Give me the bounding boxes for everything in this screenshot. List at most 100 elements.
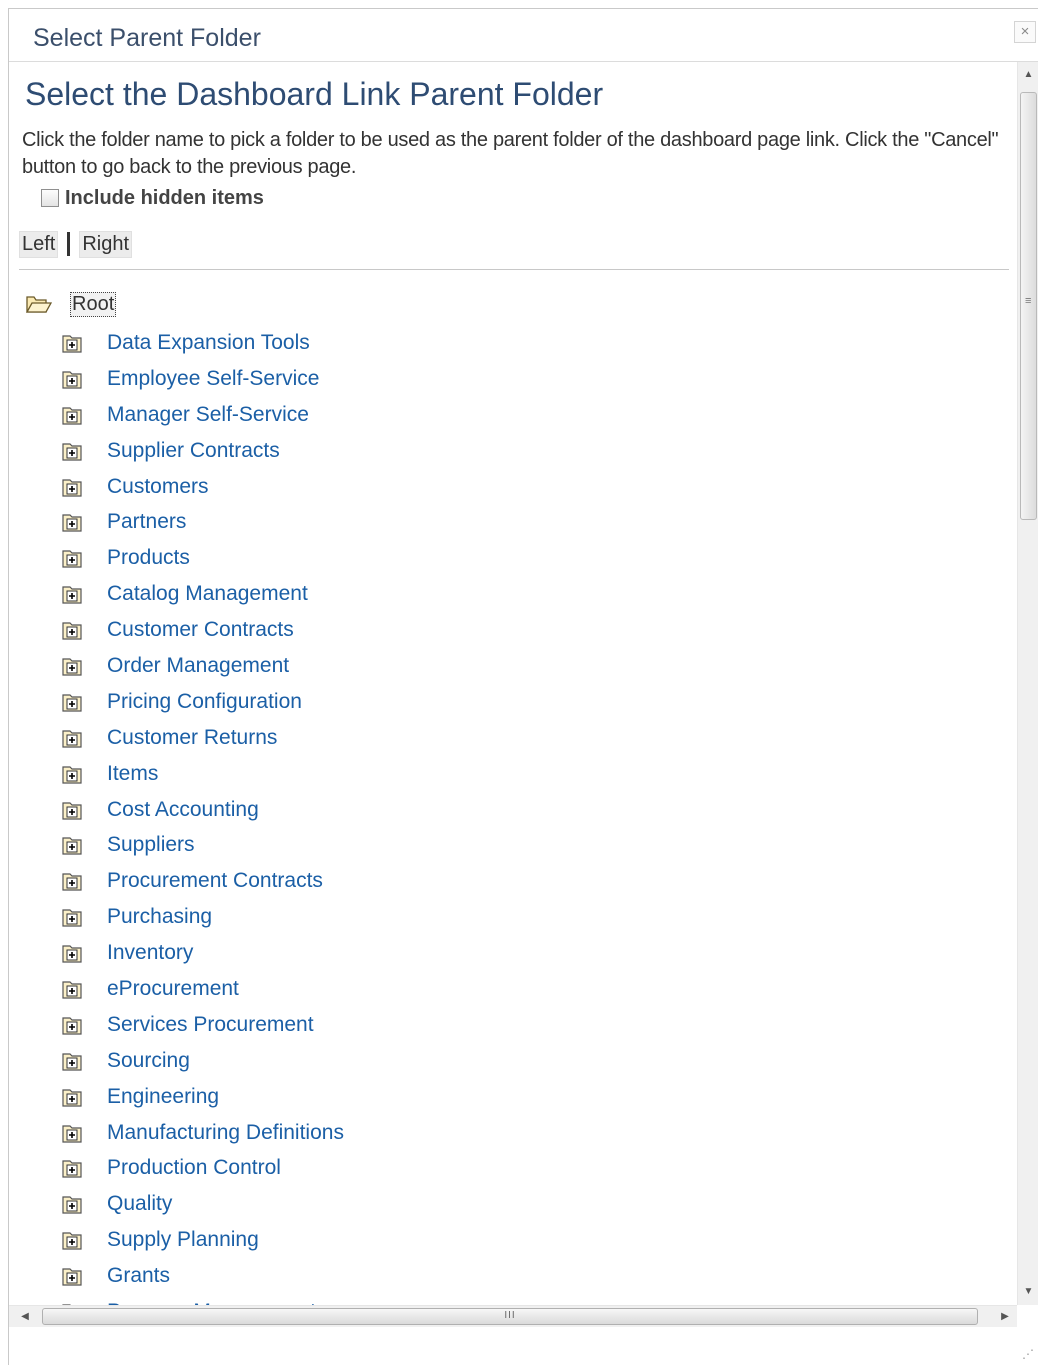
- folder-link[interactable]: Sourcing: [107, 1049, 190, 1073]
- tree-item: Inventory: [61, 935, 344, 971]
- folder-link[interactable]: Supply Planning: [107, 1228, 259, 1252]
- dialog-titlebar: Select Parent Folder ×: [9, 9, 1038, 62]
- expand-folder-icon[interactable]: [61, 619, 83, 641]
- tree-item: Purchasing: [61, 899, 344, 935]
- tree-item: Customer Returns: [61, 720, 344, 756]
- folder-link[interactable]: Partners: [107, 510, 186, 534]
- expand-folder-icon[interactable]: [61, 942, 83, 964]
- tree-item: Items: [61, 756, 344, 792]
- expand-folder-icon[interactable]: [61, 1122, 83, 1144]
- left-button[interactable]: Left: [19, 230, 59, 258]
- expand-folder-icon[interactable]: [61, 440, 83, 462]
- folder-link[interactable]: Services Procurement: [107, 1013, 314, 1037]
- folder-link[interactable]: Pricing Configuration: [107, 690, 302, 714]
- expand-folder-icon[interactable]: [61, 870, 83, 892]
- tree-item: Cost Accounting: [61, 792, 344, 828]
- folder-link[interactable]: Grants: [107, 1264, 170, 1288]
- close-button[interactable]: ×: [1014, 21, 1036, 43]
- expand-folder-icon[interactable]: [61, 1014, 83, 1036]
- tree-item: Data Expansion Tools: [61, 325, 344, 361]
- folder-link[interactable]: Quality: [107, 1192, 172, 1216]
- tree-item: Supply Planning: [61, 1222, 344, 1258]
- tree-item: Procurement Contracts: [61, 863, 344, 899]
- folder-link[interactable]: Engineering: [107, 1085, 219, 1109]
- expand-folder-icon[interactable]: [61, 978, 83, 1000]
- tree-item: Production Control: [61, 1150, 344, 1186]
- tree-root-label[interactable]: Root: [70, 291, 117, 317]
- tree-item: Suppliers: [61, 827, 344, 863]
- tree-item: Employee Self-Service: [61, 361, 344, 397]
- expand-folder-icon[interactable]: [61, 906, 83, 928]
- expand-folder-icon[interactable]: [61, 834, 83, 856]
- tree-item: Quality: [61, 1186, 344, 1222]
- expand-folder-icon[interactable]: [61, 404, 83, 426]
- folder-link[interactable]: Catalog Management: [107, 582, 308, 606]
- folder-link[interactable]: Inventory: [107, 941, 193, 965]
- horizontal-scrollbar[interactable]: ◀ III ▶: [9, 1305, 1017, 1327]
- expand-folder-icon[interactable]: [61, 1265, 83, 1287]
- include-hidden-label[interactable]: Include hidden items: [65, 187, 264, 210]
- dialog-title: Select Parent Folder: [33, 24, 261, 52]
- dialog-content: Select the Dashboard Link Parent Folder …: [9, 62, 1017, 1305]
- tree-item: Sourcing: [61, 1043, 344, 1079]
- expand-folder-icon[interactable]: [61, 1157, 83, 1179]
- folder-link[interactable]: Suppliers: [107, 833, 195, 857]
- folder-link[interactable]: Cost Accounting: [107, 798, 259, 822]
- instructions-text: Click the folder name to pick a folder t…: [22, 129, 999, 178]
- tree-item: Partners: [61, 504, 344, 540]
- tree-item: eProcurement: [61, 971, 344, 1007]
- expand-folder-icon[interactable]: [61, 691, 83, 713]
- expand-folder-icon[interactable]: [61, 655, 83, 677]
- folder-link[interactable]: Order Management: [107, 654, 289, 678]
- expand-folder-icon[interactable]: [61, 476, 83, 498]
- folder-link[interactable]: Procurement Contracts: [107, 869, 323, 893]
- scroll-left-icon[interactable]: ◀: [13, 1306, 37, 1328]
- page-title: Select the Dashboard Link Parent Folder: [25, 76, 604, 112]
- tree-item: Order Management: [61, 648, 344, 684]
- folder-link[interactable]: Manager Self-Service: [107, 403, 309, 427]
- include-hidden-checkbox[interactable]: [41, 189, 59, 207]
- scroll-grip-icon: ≡: [1025, 295, 1032, 307]
- folder-link[interactable]: Manufacturing Definitions: [107, 1121, 344, 1145]
- expand-folder-icon[interactable]: [61, 727, 83, 749]
- tree-item: Customer Contracts: [61, 612, 344, 648]
- tree-item: Grants: [61, 1258, 344, 1294]
- resize-grip-icon[interactable]: ⋰: [1022, 1347, 1034, 1361]
- vertical-scrollbar[interactable]: ▲ ≡ ▼: [1017, 62, 1038, 1305]
- expand-folder-icon[interactable]: [61, 332, 83, 354]
- tree-root: Root: [26, 288, 117, 320]
- expand-folder-icon[interactable]: [61, 1086, 83, 1108]
- tree-item: Engineering: [61, 1079, 344, 1115]
- vertical-scroll-thumb[interactable]: ≡: [1020, 92, 1037, 520]
- expand-folder-icon[interactable]: [61, 547, 83, 569]
- folder-link[interactable]: Customer Returns: [107, 726, 277, 750]
- expand-folder-icon[interactable]: [61, 583, 83, 605]
- horizontal-scroll-thumb[interactable]: III: [42, 1308, 978, 1325]
- folder-link[interactable]: Customer Contracts: [107, 618, 294, 642]
- folder-link[interactable]: Customers: [107, 475, 209, 499]
- scroll-right-icon[interactable]: ▶: [993, 1306, 1017, 1328]
- expand-folder-icon[interactable]: [61, 368, 83, 390]
- scroll-up-icon[interactable]: ▲: [1018, 62, 1038, 88]
- expand-folder-icon[interactable]: [61, 511, 83, 533]
- expand-folder-icon[interactable]: [61, 1193, 83, 1215]
- expand-folder-icon[interactable]: [61, 1050, 83, 1072]
- folder-link[interactable]: eProcurement: [107, 977, 239, 1001]
- folder-link[interactable]: Production Control: [107, 1156, 281, 1180]
- left-right-toggle: Left Right: [19, 229, 133, 259]
- expand-folder-icon[interactable]: [61, 1229, 83, 1251]
- expand-folder-icon[interactable]: [61, 763, 83, 785]
- scroll-down-icon[interactable]: ▼: [1018, 1279, 1038, 1305]
- folder-link[interactable]: Purchasing: [107, 905, 212, 929]
- folder-link[interactable]: Supplier Contracts: [107, 439, 280, 463]
- folder-link[interactable]: Employee Self-Service: [107, 367, 319, 391]
- folder-link[interactable]: Products: [107, 546, 190, 570]
- tree-item: Catalog Management: [61, 576, 344, 612]
- tree-item: Supplier Contracts: [61, 433, 344, 469]
- folder-link[interactable]: Items: [107, 762, 158, 786]
- folder-link[interactable]: Data Expansion Tools: [107, 331, 310, 355]
- right-button[interactable]: Right: [79, 230, 133, 258]
- tree-item: Pricing Configuration: [61, 684, 344, 720]
- open-folder-icon: [26, 296, 52, 313]
- expand-folder-icon[interactable]: [61, 799, 83, 821]
